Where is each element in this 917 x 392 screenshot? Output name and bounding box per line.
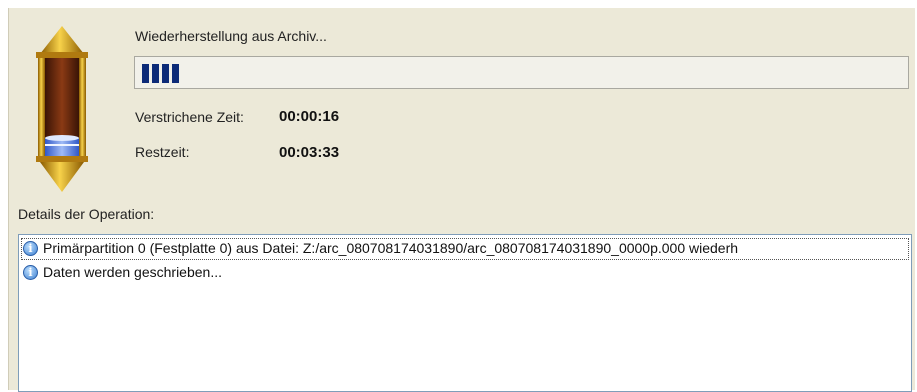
log-item[interactable]: i Daten werden geschrieben... <box>21 262 909 284</box>
elapsed-time-label: Verstrichene Zeit: <box>135 109 244 125</box>
progress-segment <box>142 64 149 83</box>
remaining-time-label: Restzeit: <box>135 144 190 160</box>
progress-segment <box>172 64 179 83</box>
log-item-text: Daten werden geschrieben... <box>43 264 222 280</box>
info-icon: i <box>23 241 38 256</box>
progress-segment <box>152 64 159 83</box>
details-label: Details der Operation: <box>18 206 155 222</box>
progress-panel: Wiederherstellung aus Archiv... Verstric… <box>8 8 915 392</box>
progress-bar <box>134 56 909 89</box>
elapsed-time-value: 00:00:16 <box>279 108 340 125</box>
operation-title: Wiederherstellung aus Archiv... <box>135 28 327 44</box>
hourglass-icon <box>36 26 88 192</box>
remaining-time-value: 00:03:33 <box>279 144 340 161</box>
info-icon: i <box>23 265 38 280</box>
log-item[interactable]: i Primärpartition 0 (Festplatte 0) aus D… <box>21 238 909 260</box>
operation-log-list[interactable]: i Primärpartition 0 (Festplatte 0) aus D… <box>18 234 912 392</box>
progress-segment <box>162 64 169 83</box>
log-item-text: Primärpartition 0 (Festplatte 0) aus Dat… <box>43 240 739 256</box>
